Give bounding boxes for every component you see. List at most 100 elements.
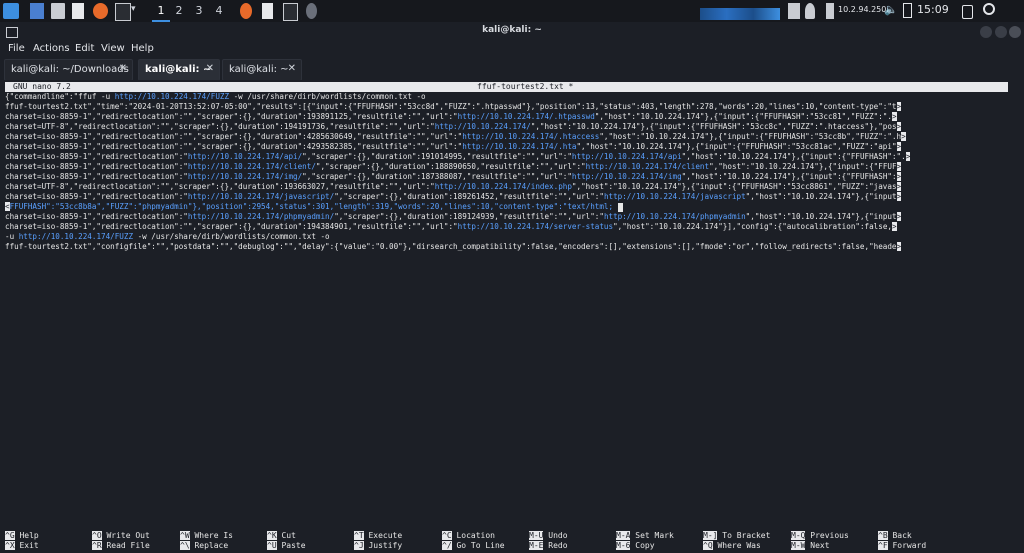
shortcut-key: ^R	[92, 541, 102, 550]
menu-file[interactable]: File	[8, 43, 25, 54]
shortcut-cut[interactable]: ^K Cut	[267, 531, 296, 541]
close-tab-icon[interactable]: ✕	[119, 63, 127, 74]
maximize-button[interactable]	[995, 26, 1007, 38]
shortcut-location[interactable]: ^C Location	[442, 531, 495, 541]
shortcut-write-out[interactable]: ^O Write Out	[92, 531, 150, 541]
shortcut-replace[interactable]: ^\ Replace	[180, 541, 228, 551]
url-text: http://10.10.224.174/api	[571, 152, 682, 161]
file-content[interactable]: {"commandline":"ffuf -u http://10.10.224…	[5, 92, 1009, 252]
firefox-task-icon[interactable]	[240, 3, 252, 19]
shortcut-exit[interactable]: ^X Exit	[5, 541, 39, 551]
shortcut-go-to-line[interactable]: ^/ Go To Line	[442, 541, 505, 551]
app-task-icon[interactable]	[306, 3, 317, 19]
shortcut-label: Justify	[363, 541, 403, 550]
workspace-1[interactable]: 1	[152, 2, 170, 22]
clock[interactable]: 15:09	[917, 3, 949, 16]
tab-home[interactable]: kali@kali: ~ ✕	[222, 59, 302, 81]
power-icon[interactable]	[983, 3, 995, 15]
kali-menu-icon[interactable]	[3, 3, 19, 19]
shortcut-next[interactable]: M-W Next	[791, 541, 830, 551]
tab-downloads[interactable]: kali@kali: ~/Downloads ✕	[4, 59, 133, 81]
shortcut-set-mark[interactable]: M-A Set Mark	[616, 531, 674, 541]
text-line: charset=iso-8859-1","redirectlocation":"…	[5, 222, 1009, 232]
shortcut-key: ^J	[354, 541, 364, 550]
shortcut-label: Copy	[630, 541, 655, 550]
tab-home-active[interactable]: kali@kali: ~ ✕	[138, 59, 220, 81]
shortcut-paste[interactable]: ^U Paste	[267, 541, 306, 551]
shortcut-key: ^G	[5, 531, 15, 540]
file-manager-icon[interactable]	[51, 3, 65, 19]
shortcut-read-file[interactable]: ^R Read File	[92, 541, 150, 551]
text-segment: charset=iso-8859-1","redirectlocation":"…	[5, 112, 458, 121]
minimize-button[interactable]	[980, 26, 992, 38]
close-tab-icon[interactable]: ✕	[288, 63, 296, 74]
terminal-task-icon[interactable]	[283, 3, 298, 21]
text-segment: ffuf-tourtest2.txt","time":"2024-01-20T1…	[5, 102, 897, 111]
shortcut-justify[interactable]: ^J Justify	[354, 541, 402, 551]
terminal-icon[interactable]	[115, 3, 131, 21]
text-line: charset=UTF-8","redirectlocation":"","sc…	[5, 122, 1009, 132]
screen-icon[interactable]	[788, 3, 800, 19]
shortcut-key: ^K	[267, 531, 277, 540]
shortcut-key: M-U	[529, 531, 544, 540]
battery-icon[interactable]	[903, 3, 912, 18]
shortcut-copy[interactable]: M-6 Copy	[616, 541, 655, 551]
chevron-down-icon[interactable]: ▾	[131, 4, 136, 14]
shortcut-undo[interactable]: M-U Undo	[529, 531, 568, 541]
shortcut-help[interactable]: ^G Help	[5, 531, 39, 541]
workspace-3[interactable]: 3	[190, 2, 208, 20]
shortcut-back[interactable]: ^B Back	[878, 531, 912, 541]
shortcut-to-bracket[interactable]: M-] To Bracket	[703, 531, 770, 541]
workspace-2[interactable]: 2	[170, 2, 188, 20]
scrollbar[interactable]	[1012, 80, 1020, 520]
terminal-window: kali@kali: ~ File Actions Edit View Help…	[0, 22, 1024, 550]
text-segment: -w /usr/share/dirb/wordlists/common.txt …	[229, 92, 426, 101]
text-editor-icon[interactable]	[72, 3, 84, 19]
shortcut-label: Execute	[363, 531, 403, 540]
shortcut-execute[interactable]: ^T Execute	[354, 531, 402, 541]
shortcut-forward[interactable]: ^F Forward	[878, 541, 926, 551]
notification-icon[interactable]	[805, 3, 815, 19]
shortcut-key: ^F	[878, 541, 888, 550]
url-text: http://10.10.224.174/api/	[187, 152, 303, 161]
text-segment: ","host":"10.10.224.174"},{"input":{"FFU…	[530, 122, 897, 131]
line-overflow-marker: >	[901, 132, 906, 141]
cpu-graph-icon	[700, 8, 780, 20]
shortcut-key: ^C	[442, 531, 452, 540]
shortcut-label: Read File	[101, 541, 150, 550]
url-text: http://10.10.224.174/FUZZ	[114, 92, 230, 101]
desktop-icon[interactable]	[30, 3, 44, 19]
menu-view[interactable]: View	[101, 43, 125, 54]
text-segment: charset=UTF-8","redirectlocation":"","sc…	[5, 182, 435, 191]
shortcut-label: Go To Line	[451, 541, 505, 550]
menu-help[interactable]: Help	[131, 43, 154, 54]
terminal-area[interactable]: GNU nano 7.2 ffuf-tourtest2.txt * {"comm…	[0, 80, 1024, 550]
editor-task-icon[interactable]	[262, 3, 273, 19]
shortcut-where-was[interactable]: ^Q Where Was	[703, 541, 761, 551]
shortcut-previous[interactable]: M-Q Previous	[791, 531, 849, 541]
workspace-4[interactable]: 4	[210, 2, 228, 20]
window-titlebar[interactable]: kali@kali: ~	[0, 22, 1024, 42]
shortcut-key: M-]	[703, 531, 718, 540]
firefox-icon[interactable]	[93, 3, 108, 19]
volume-icon[interactable]: 🔈	[884, 3, 898, 16]
text-segment: ","scraper":{},"duration":187388087,"res…	[302, 172, 572, 181]
close-tab-icon[interactable]: ✕	[206, 63, 214, 74]
close-button[interactable]	[1009, 26, 1021, 38]
line-overflow-marker: >	[896, 102, 902, 111]
menu-actions[interactable]: Actions	[33, 43, 70, 54]
text-segment: ","scraper":{},"duration":189124939,"res…	[334, 212, 604, 221]
shortcut-where-is[interactable]: ^W Where Is	[180, 531, 233, 541]
top-panel: ▾ 1 2 3 4 10.2.94.250 🔈 15:09	[0, 0, 1024, 23]
menu-edit[interactable]: Edit	[75, 43, 94, 54]
shortcut-key: ^T	[354, 531, 364, 540]
text-segment: ","host":"10.10.224.174"},{"input":{"FFU…	[571, 182, 897, 191]
lock-icon[interactable]	[962, 5, 973, 19]
shortcut-key: M-6	[616, 541, 631, 550]
text-segment: ","host":"10.10.224.174"},{"input":{"FFU…	[576, 142, 897, 151]
shortcut-label: Previous	[805, 531, 849, 540]
text-line: charset=iso-8859-1","redirectlocation":"…	[5, 172, 1009, 182]
url-text: http://10.10.224.174/	[434, 122, 531, 131]
shortcut-redo[interactable]: M-E Redo	[529, 541, 568, 551]
network-icon[interactable]	[826, 3, 834, 19]
